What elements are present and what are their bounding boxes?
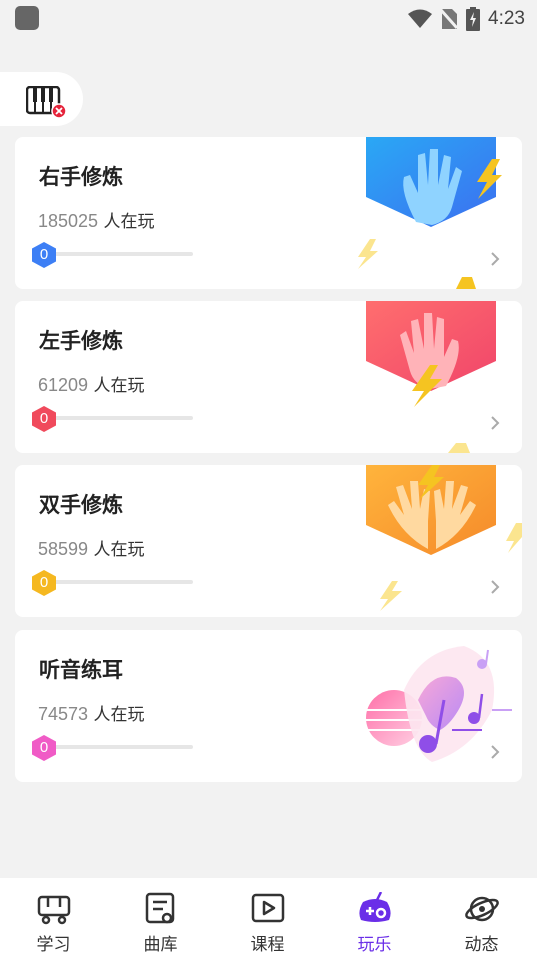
nav-item-study[interactable]: 学习 (0, 878, 107, 956)
progress-bar (43, 580, 193, 584)
progress-bar (43, 745, 193, 749)
card-title: 右手修炼 (39, 165, 123, 189)
progress-bar (43, 252, 193, 256)
card-left-hand[interactable]: 左手修炼 61209 人在玩 0 (15, 301, 522, 453)
progress-bar (43, 416, 193, 420)
card-title: 双手修炼 (39, 493, 123, 517)
study-icon (37, 895, 71, 925)
card-ear-training[interactable]: 听音练耳 74573 人在玩 0 (15, 630, 522, 782)
music-ear-icon (366, 646, 512, 762)
no-sim-icon (440, 9, 459, 29)
wifi-icon (408, 9, 433, 28)
app-notification-icon (15, 6, 39, 30)
level-badge: 0 (31, 405, 57, 433)
piano-connection-button[interactable] (0, 72, 83, 126)
piano-disconnected-icon (26, 86, 66, 119)
players-count: 74573 人在玩 (38, 704, 145, 725)
battery-charging-icon (466, 7, 481, 31)
card-both-hands[interactable]: 双手修炼 58599 人在玩 0 (15, 465, 522, 617)
nav-label: 动态 (464, 935, 499, 955)
left-hand-icon (366, 301, 496, 453)
play-icon (359, 892, 391, 922)
nav-label: 玩乐 (357, 935, 392, 955)
players-count: 58599 人在玩 (38, 539, 145, 560)
nav-item-play[interactable]: 玩乐 (321, 878, 428, 956)
course-icon (251, 893, 285, 923)
status-icons: 4:23 (408, 6, 525, 32)
level-badge: 0 (31, 241, 57, 269)
nav-label: 课程 (250, 935, 285, 955)
bottom-nav: 学习 曲库 课程 玩乐 动态 (0, 878, 537, 956)
nav-item-course[interactable]: 课程 (214, 878, 321, 956)
card-title: 听音练耳 (39, 658, 123, 682)
players-count: 185025 人在玩 (38, 211, 155, 232)
status-time: 4:23 (488, 8, 525, 29)
card-right-hand[interactable]: 右手修炼 185025 人在玩 0 (15, 137, 522, 289)
status-bar: 4:23 (0, 0, 537, 38)
planet-icon (465, 896, 499, 922)
level-badge: 0 (31, 734, 57, 762)
right-hand-icon (358, 137, 502, 289)
library-icon (145, 892, 175, 924)
players-count: 61209 人在玩 (38, 375, 145, 396)
nav-label: 学习 (36, 935, 71, 955)
nav-item-feed[interactable]: 动态 (428, 878, 535, 956)
both-hands-icon (366, 465, 522, 611)
card-title: 左手修炼 (39, 329, 123, 353)
level-badge: 0 (31, 569, 57, 597)
nav-item-library[interactable]: 曲库 (107, 878, 214, 956)
nav-label: 曲库 (143, 935, 178, 955)
